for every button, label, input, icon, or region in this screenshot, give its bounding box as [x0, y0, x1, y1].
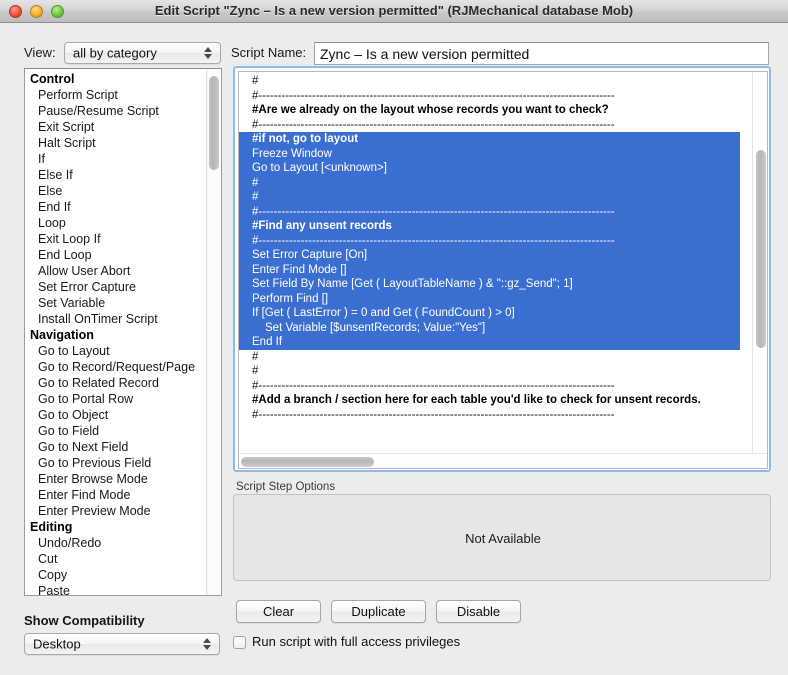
step-list-item[interactable]: Set Error Capture — [25, 279, 207, 295]
step-list-item[interactable]: Enter Find Mode — [25, 487, 207, 503]
step-list-item[interactable]: Exit Script — [25, 119, 207, 135]
step-category: Control — [25, 71, 207, 87]
show-compatibility-label: Show Compatibility — [24, 613, 145, 628]
script-vertical-scrollbar-thumb[interactable] — [756, 150, 766, 348]
edit-script-window: Edit Script "Zync – Is a new version per… — [0, 0, 788, 675]
step-list-item[interactable]: If — [25, 151, 207, 167]
script-line[interactable]: Freeze Window — [239, 147, 740, 162]
script-steps-panel: ControlPerform ScriptPause/Resume Script… — [24, 68, 222, 596]
script-line-list[interactable]: ##--------------------------------------… — [239, 74, 740, 422]
script-line[interactable]: #---------------------------------------… — [239, 234, 740, 249]
chevron-updown-icon — [204, 46, 213, 60]
steps-scrollbar-thumb[interactable] — [209, 76, 219, 170]
steps-scrollbar[interactable] — [206, 70, 220, 596]
step-category: Navigation — [25, 327, 207, 343]
script-line[interactable]: #---------------------------------------… — [239, 89, 740, 104]
disable-button[interactable]: Disable — [436, 600, 521, 623]
script-line[interactable]: # — [239, 190, 740, 205]
step-list-item[interactable]: End Loop — [25, 247, 207, 263]
step-list-item[interactable]: Exit Loop If — [25, 231, 207, 247]
step-list-item[interactable]: Set Variable — [25, 295, 207, 311]
step-list-item[interactable]: Go to Previous Field — [25, 455, 207, 471]
step-category: Editing — [25, 519, 207, 535]
script-line[interactable]: # — [239, 74, 740, 89]
chevron-updown-icon — [203, 637, 212, 651]
compatibility-dropdown-value: Desktop — [33, 637, 81, 652]
script-editor-focus-ring: ##--------------------------------------… — [233, 66, 771, 472]
script-line[interactable]: Set Field By Name [Get ( LayoutTableName… — [239, 277, 740, 292]
step-list-item[interactable]: Allow User Abort — [25, 263, 207, 279]
script-line[interactable]: #---------------------------------------… — [239, 205, 740, 220]
script-step-options-label: Script Step Options — [236, 481, 335, 493]
script-vertical-scrollbar[interactable] — [752, 72, 767, 454]
step-list-item[interactable]: Else If — [25, 167, 207, 183]
view-dropdown-value: all by category — [73, 46, 157, 61]
clear-button[interactable]: Clear — [236, 600, 321, 623]
step-list-item[interactable]: Go to Layout — [25, 343, 207, 359]
script-line[interactable]: End If — [239, 335, 740, 350]
script-line[interactable]: Perform Find [] — [239, 292, 740, 307]
full-access-label: Run script with full access privileges — [252, 634, 460, 649]
script-editor[interactable]: ##--------------------------------------… — [238, 71, 768, 469]
script-line[interactable]: #---------------------------------------… — [239, 379, 740, 394]
script-line[interactable]: #if not, go to layout — [239, 132, 740, 147]
window-titlebar: Edit Script "Zync – Is a new version per… — [0, 0, 788, 23]
step-list-item[interactable]: Go to Related Record — [25, 375, 207, 391]
step-list-item[interactable]: Cut — [25, 551, 207, 567]
step-list-item[interactable]: Perform Script — [25, 87, 207, 103]
script-line[interactable]: #Are we already on the layout whose reco… — [239, 103, 740, 118]
script-line[interactable]: #---------------------------------------… — [239, 408, 740, 423]
script-name-label: Script Name: — [231, 45, 306, 60]
script-line[interactable]: #---------------------------------------… — [239, 118, 740, 133]
step-list-item[interactable]: Undo/Redo — [25, 535, 207, 551]
step-list-item[interactable]: Go to Object — [25, 407, 207, 423]
step-list-item[interactable]: Pause/Resume Script — [25, 103, 207, 119]
step-list-item[interactable]: Go to Next Field — [25, 439, 207, 455]
step-list-item[interactable]: Else — [25, 183, 207, 199]
duplicate-button[interactable]: Duplicate — [331, 600, 426, 623]
script-horizontal-scrollbar-thumb[interactable] — [241, 457, 374, 467]
script-line[interactable]: # — [239, 350, 740, 365]
step-list-item[interactable]: Copy — [25, 567, 207, 583]
script-line[interactable]: Enter Find Mode [] — [239, 263, 740, 278]
script-line[interactable]: Set Variable [$unsentRecords; Value:"Yes… — [239, 321, 740, 336]
script-line[interactable]: # — [239, 364, 740, 379]
script-line[interactable]: #Find any unsent records — [239, 219, 740, 234]
step-list-item[interactable]: End If — [25, 199, 207, 215]
script-step-options-panel: Not Available — [233, 494, 771, 581]
view-dropdown[interactable]: all by category — [64, 42, 221, 64]
step-list-item[interactable]: Go to Portal Row — [25, 391, 207, 407]
step-list-item[interactable]: Enter Preview Mode — [25, 503, 207, 519]
step-list-item[interactable]: Install OnTimer Script — [25, 311, 207, 327]
step-list-item[interactable]: Go to Field — [25, 423, 207, 439]
script-horizontal-scrollbar[interactable] — [239, 453, 768, 468]
window-title: Edit Script "Zync – Is a new version per… — [0, 0, 788, 22]
step-list-item[interactable]: Loop — [25, 215, 207, 231]
script-line[interactable]: # — [239, 176, 740, 191]
full-access-checkbox[interactable] — [233, 636, 246, 649]
script-step-options-empty-text: Not Available — [234, 495, 772, 582]
script-line[interactable]: If [Get ( LastError ) = 0 and Get ( Foun… — [239, 306, 740, 321]
step-list-item[interactable]: Halt Script — [25, 135, 207, 151]
script-line[interactable]: Go to Layout [<unknown>] — [239, 161, 740, 176]
script-name-value: Zync – Is a new version permitted — [320, 46, 529, 62]
script-steps-list[interactable]: ControlPerform ScriptPause/Resume Script… — [25, 71, 207, 595]
script-line[interactable]: Set Error Capture [On] — [239, 248, 740, 263]
script-name-input[interactable]: Zync – Is a new version permitted — [314, 42, 769, 65]
script-line[interactable]: #Add a branch / section here for each ta… — [239, 393, 740, 408]
step-list-item[interactable]: Go to Record/Request/Page — [25, 359, 207, 375]
view-label: View: — [24, 45, 56, 60]
step-list-item[interactable]: Paste — [25, 583, 207, 595]
step-list-item[interactable]: Enter Browse Mode — [25, 471, 207, 487]
compatibility-dropdown[interactable]: Desktop — [24, 633, 220, 655]
